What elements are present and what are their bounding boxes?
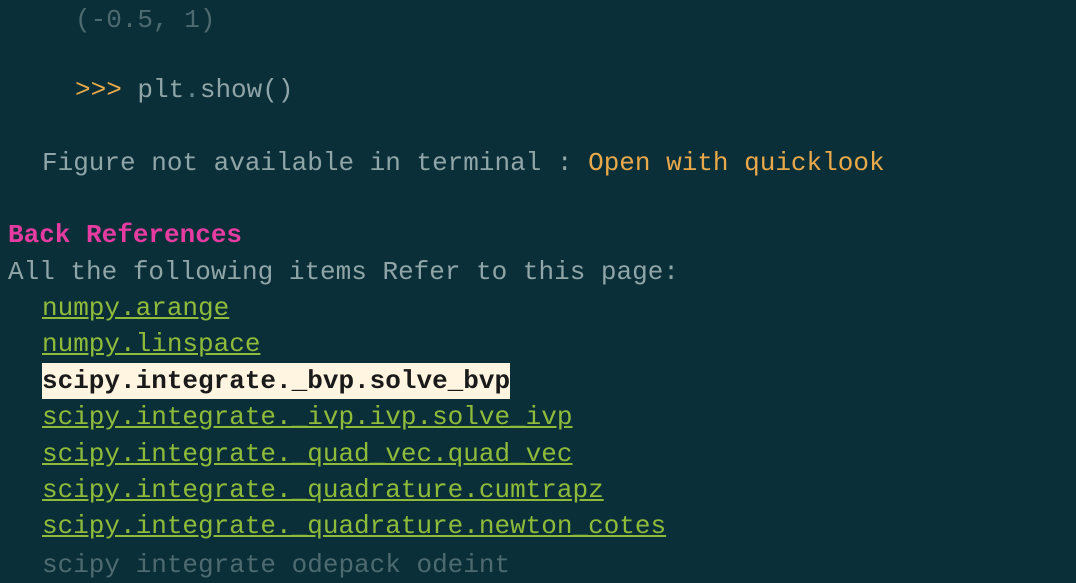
figure-text: Figure not available in terminal : bbox=[42, 148, 588, 178]
blank-line bbox=[0, 109, 1076, 145]
ref-link-scipy-odeint-truncated: scipy integrate odepack odeint bbox=[42, 550, 510, 580]
ref-link-numpy-arange[interactable]: numpy.arange bbox=[42, 290, 229, 326]
module-name: plt bbox=[137, 75, 184, 105]
ref-link-scipy-quad-vec[interactable]: scipy.integrate._quad_vec.quad_vec bbox=[42, 436, 573, 472]
ref-link-numpy-linspace[interactable]: numpy.linspace bbox=[42, 326, 260, 362]
ref-link-scipy-newton-cotes[interactable]: scipy.integrate._quadrature.newton_cotes bbox=[42, 508, 666, 544]
back-references-description: All the following items Refer to this pa… bbox=[0, 254, 1076, 290]
parentheses: () bbox=[262, 75, 293, 105]
ref-link-scipy-solve-bvp[interactable]: scipy.integrate._bvp.solve_bvp bbox=[42, 363, 510, 399]
repl-prompt: >>> bbox=[75, 75, 137, 105]
ref-link-scipy-solve-ivp[interactable]: scipy.integrate._ivp.ivp.solve_ivp bbox=[42, 399, 573, 435]
dot-operator: . bbox=[184, 75, 200, 105]
method-name: show bbox=[200, 75, 262, 105]
reference-list: numpy.arange numpy.linspace scipy.integr… bbox=[0, 290, 1076, 581]
back-references-header: Back References bbox=[0, 217, 1076, 253]
code-line: >>> plt.show() bbox=[0, 72, 1076, 108]
figure-message: Figure not available in terminal : Open … bbox=[0, 145, 1076, 181]
blank-line bbox=[0, 36, 1076, 72]
code-output-truncated: (-0.5, 1) bbox=[0, 2, 1076, 38]
quicklook-link[interactable]: Open with quicklook bbox=[588, 148, 884, 178]
blank-line bbox=[0, 181, 1076, 217]
ref-link-scipy-cumtrapz[interactable]: scipy.integrate._quadrature.cumtrapz bbox=[42, 472, 604, 508]
